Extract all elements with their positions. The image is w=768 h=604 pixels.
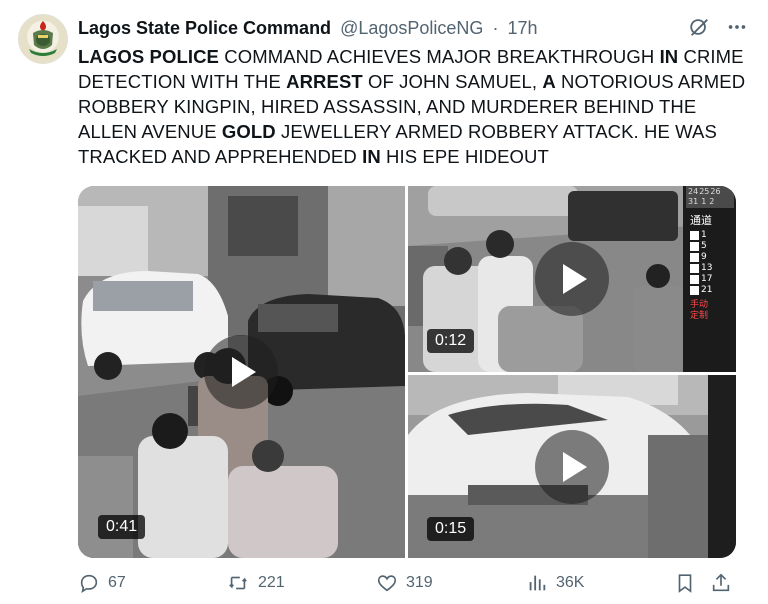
cctv-channel-row: 17 xyxy=(690,274,736,285)
police-crest-icon xyxy=(29,21,57,56)
cctv-channel-label: 通道 xyxy=(690,214,712,227)
author-name[interactable]: Lagos State Police Command xyxy=(78,18,331,38)
heart-icon xyxy=(377,575,397,592)
cctv-number: 24 xyxy=(688,187,699,196)
cctv-number: 2 xyxy=(709,197,715,206)
tweet-header: Lagos State Police Command @LagosPoliceN… xyxy=(78,18,748,42)
author-handle[interactable]: @LagosPoliceNG xyxy=(340,18,483,38)
video-1[interactable]: 0:41 xyxy=(78,186,405,558)
separator-dot: · xyxy=(492,18,499,38)
avatar[interactable] xyxy=(18,14,68,64)
cctv-channel-number: 13 xyxy=(701,263,713,273)
tweet-text-bold-segment: A xyxy=(542,71,556,92)
tweet-text: LAGOS POLICE COMMAND ACHIEVES MAJOR BREA… xyxy=(78,44,748,169)
cctv-overlay: 24 25 26 31 1 2 通道 1 5 9 13 17 21 手动 定制 xyxy=(686,186,736,372)
video-duration: 0:15 xyxy=(427,517,475,541)
play-button[interactable] xyxy=(204,335,278,409)
cctv-channel-number: 5 xyxy=(701,241,707,251)
grok-icon[interactable] xyxy=(688,16,710,38)
video-3[interactable]: 0:15 xyxy=(408,375,736,558)
repost-icon xyxy=(229,576,247,590)
cctv-button-text: 手动 xyxy=(690,300,709,310)
cctv-number: 31 xyxy=(688,197,699,206)
repost-count: 221 xyxy=(258,574,285,591)
bookmark-button[interactable] xyxy=(674,572,696,594)
reply-button[interactable]: 67 xyxy=(78,572,126,594)
tweet-text-bold-segment: LAGOS POLICE xyxy=(78,46,219,67)
tweet-text-segment: HIS EPE HIDEOUT xyxy=(380,146,549,167)
checkbox-icon xyxy=(690,231,699,240)
reply-count: 67 xyxy=(108,574,126,591)
tweet-text-bold-segment: IN xyxy=(659,46,679,67)
cctv-channel-number: 1 xyxy=(701,230,707,240)
cctv-number: 26 xyxy=(710,187,721,196)
play-button[interactable] xyxy=(535,242,609,316)
video-2[interactable]: 24 25 26 31 1 2 通道 1 5 9 13 17 21 手动 定制 0:12 xyxy=(408,186,736,372)
checkbox-icon xyxy=(690,275,699,284)
timestamp[interactable]: 17h xyxy=(507,18,537,38)
tweet-text-bold-segment: IN xyxy=(362,146,381,167)
tweet-text-bold-segment: ARREST xyxy=(286,71,363,92)
checkbox-icon xyxy=(690,286,699,295)
share-button[interactable] xyxy=(710,572,732,594)
cctv-channel-number: 21 xyxy=(701,285,713,295)
cctv-channel-row: 5 xyxy=(690,241,736,252)
cctv-channel-row: 13 xyxy=(690,263,736,274)
views-icon xyxy=(529,575,546,591)
tweet-text-segment: OF JOHN SAMUEL, xyxy=(362,71,543,92)
cctv-channel-row: 9 xyxy=(690,252,736,263)
checkbox-icon xyxy=(690,264,699,273)
tweet-text-bold-segment: GOLD xyxy=(221,121,276,142)
cctv-channel-row: 1 xyxy=(690,230,736,241)
cctv-channel-number: 9 xyxy=(701,252,707,262)
views-button[interactable]: 36K xyxy=(526,572,584,594)
repost-button[interactable]: 221 xyxy=(226,572,285,594)
bookmark-icon xyxy=(678,574,692,593)
tweet-text-segment: COMMAND ACHIEVES MAJOR BREAKTHROUGH xyxy=(219,46,660,67)
checkbox-icon xyxy=(690,253,699,262)
more-options-icon[interactable] xyxy=(726,16,748,38)
cctv-channel-row: 21 xyxy=(690,285,736,296)
play-button[interactable] xyxy=(535,430,609,504)
video-duration: 0:41 xyxy=(98,515,146,539)
reply-icon xyxy=(80,574,98,593)
checkbox-icon xyxy=(690,242,699,251)
media-grid: 0:41 24 25 26 31 1 2 通道 1 5 9 13 17 21 手… xyxy=(78,186,736,558)
action-bar: 67 221 319 36K xyxy=(78,572,738,600)
cctv-number: 1 xyxy=(701,197,707,206)
share-icon xyxy=(712,573,730,592)
views-count: 36K xyxy=(556,574,585,591)
cctv-button-text: 定制 xyxy=(690,311,709,321)
cctv-channel-number: 17 xyxy=(701,274,713,284)
video-duration: 0:12 xyxy=(427,329,475,353)
like-button[interactable]: 319 xyxy=(376,572,433,594)
cctv-number: 25 xyxy=(699,187,710,196)
like-count: 319 xyxy=(406,574,433,591)
